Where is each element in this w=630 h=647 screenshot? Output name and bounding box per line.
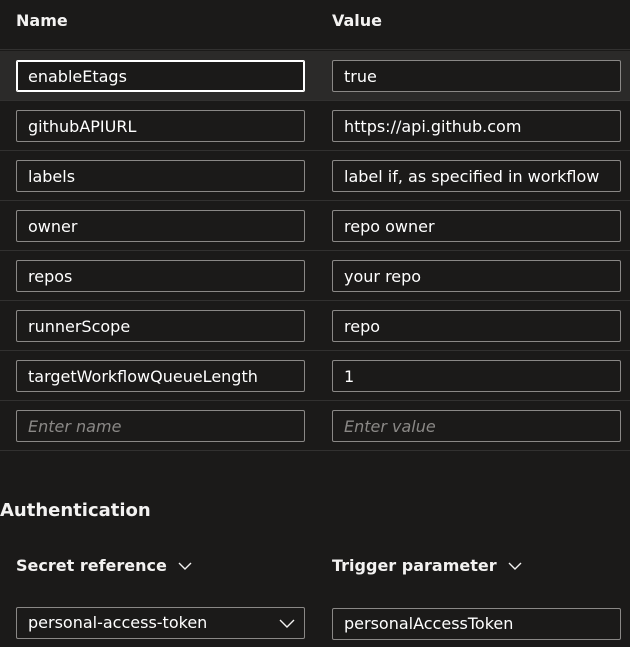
name-field[interactable]	[16, 360, 305, 392]
metadata-table	[0, 51, 630, 451]
value-field[interactable]	[332, 60, 621, 92]
value-field[interactable]	[332, 260, 621, 292]
value-field[interactable]	[332, 360, 621, 392]
chevron-down-icon[interactable]	[507, 558, 523, 574]
authentication-heading: Authentication	[0, 500, 151, 521]
name-column-header: Name	[16, 11, 68, 30]
value-field[interactable]	[332, 160, 621, 192]
trigger-parameter-header[interactable]: Trigger parameter	[332, 556, 523, 575]
trigger-parameter-label: Trigger parameter	[332, 556, 497, 575]
name-field[interactable]	[16, 210, 305, 242]
table-row	[0, 151, 630, 201]
secret-reference-header[interactable]: Secret reference	[16, 556, 193, 575]
table-row	[0, 301, 630, 351]
new-name-input[interactable]	[16, 410, 305, 442]
chevron-down-icon[interactable]	[177, 558, 193, 574]
table-header: Name Value	[0, 0, 630, 50]
name-field[interactable]	[16, 110, 305, 142]
name-field[interactable]	[16, 60, 305, 92]
table-row	[0, 251, 630, 301]
value-field[interactable]	[332, 310, 621, 342]
table-row	[0, 51, 630, 101]
value-column-header: Value	[332, 11, 383, 30]
trigger-metadata-panel: Name Value enableEtags true githubAPIURL…	[0, 0, 630, 647]
table-row	[0, 351, 630, 401]
name-field[interactable]	[16, 310, 305, 342]
table-row	[0, 201, 630, 251]
secret-reference-dropdown[interactable]: personal-access-token	[16, 607, 305, 639]
trigger-parameter-input[interactable]: personalAccessToken	[332, 608, 621, 640]
secret-reference-value: personal-access-token	[28, 613, 208, 632]
new-value-input[interactable]	[332, 410, 621, 442]
value-field[interactable]	[332, 210, 621, 242]
table-row	[0, 101, 630, 151]
value-field[interactable]	[332, 110, 621, 142]
chevron-down-icon	[279, 619, 295, 628]
secret-reference-label: Secret reference	[16, 556, 167, 575]
new-table-row	[0, 401, 630, 451]
name-field[interactable]	[16, 260, 305, 292]
name-field[interactable]	[16, 160, 305, 192]
